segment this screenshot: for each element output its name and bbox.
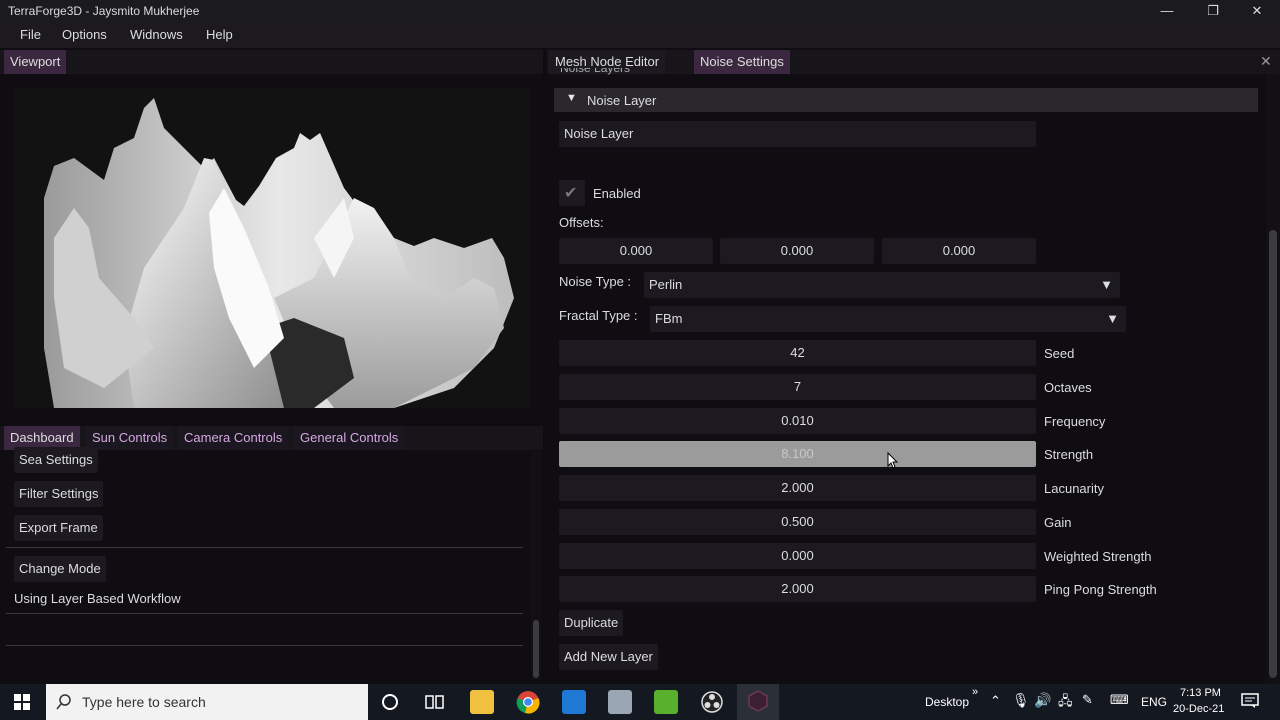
clock-time[interactable]: 7:13 PM <box>1180 687 1221 699</box>
volume-icon[interactable]: 🔊 <box>1034 692 1051 709</box>
cortana-icon[interactable] <box>381 693 399 711</box>
fractal-type-select[interactable]: FBm ▼ <box>650 306 1126 332</box>
offset-y-field[interactable]: 0.000 <box>720 238 874 264</box>
checkmark-icon: ✔ <box>564 185 578 202</box>
strength-slider[interactable]: 8.100 <box>559 441 1036 467</box>
show-hidden-icons-chevron-icon[interactable]: ⌃ <box>990 693 1001 709</box>
chrome-icon[interactable] <box>516 690 540 714</box>
menu-bar: File Options Widnows Help <box>0 22 1280 48</box>
ping-pong-strength-label: Ping Pong Strength <box>1044 582 1157 597</box>
title-bar: TerraForge3D - Jaysmito Mukherjee — ❐ ✕ <box>0 0 1280 22</box>
microphone-icon[interactable]: 🎙 <box>1012 692 1030 709</box>
lacunarity-slider[interactable]: 2.000 <box>559 475 1036 501</box>
dashboard-panel: Dashboard Sun Controls Camera Controls G… <box>0 426 543 684</box>
sea-settings-button[interactable]: Sea Settings <box>14 447 98 473</box>
change-mode-button[interactable]: Change Mode <box>14 556 106 582</box>
menu-windows[interactable]: Widnows <box>130 27 183 42</box>
search-icon <box>56 694 71 710</box>
add-new-layer-button[interactable]: Add New Layer <box>559 644 658 670</box>
noise-type-select[interactable]: Perlin ▼ <box>644 272 1120 298</box>
toolbar-expand-icon[interactable]: » <box>972 686 978 698</box>
collapse-triangle-icon[interactable]: ▼ <box>566 92 577 104</box>
maximize-button[interactable]: ❐ <box>1190 0 1236 22</box>
terrain-render <box>14 88 529 408</box>
dashboard-scrollbar[interactable] <box>531 452 541 680</box>
offset-z-field[interactable]: 0.000 <box>882 238 1036 264</box>
strength-label: Strength <box>1044 447 1094 462</box>
language-indicator[interactable]: ENG <box>1141 695 1167 709</box>
terraforge-taskbar-button[interactable] <box>737 684 779 720</box>
dashboard-scroll-thumb[interactable] <box>533 620 539 678</box>
tab-viewport[interactable]: Viewport <box>4 50 67 74</box>
ping-pong-strength-slider[interactable]: 2.000 <box>559 576 1036 602</box>
noise-layer-header-label: Noise Layer <box>587 93 657 108</box>
fractal-type-value: FBm <box>655 311 683 326</box>
app-icon[interactable] <box>608 690 632 714</box>
network-icon[interactable]: 🖧 <box>1058 692 1073 714</box>
terraforge-icon <box>748 690 768 712</box>
notifications-icon[interactable] <box>1241 693 1259 709</box>
mail-icon[interactable] <box>562 690 586 714</box>
frequency-label: Frequency <box>1044 414 1106 429</box>
noise-layers-header: Noise Layers <box>560 68 631 75</box>
dropdown-arrow-icon: ▼ <box>1100 277 1113 292</box>
filter-settings-button[interactable]: Filter Settings <box>14 481 104 507</box>
obs-icon[interactable] <box>700 690 724 714</box>
weighted-strength-label: Weighted Strength <box>1044 549 1152 564</box>
noise-layer-collapsible-header[interactable]: ▼ Noise Layer <box>554 88 1258 112</box>
gain-label: Gain <box>1044 515 1072 530</box>
menu-file[interactable]: File <box>20 27 41 42</box>
task-view-icon[interactable] <box>425 693 445 711</box>
gain-slider[interactable]: 0.500 <box>559 509 1036 535</box>
layer-name-input[interactable]: Noise Layer <box>559 121 1036 147</box>
close-window-button[interactable]: ✕ <box>1234 0 1280 22</box>
windows-start-icon[interactable] <box>14 694 30 710</box>
noise-type-value: Perlin <box>649 277 683 292</box>
divider <box>6 645 523 646</box>
offset-x-field[interactable]: 0.000 <box>559 238 713 264</box>
taskbar-search-box[interactable]: Type here to search <box>46 684 368 720</box>
desktop-toolbar-label[interactable]: Desktop <box>925 695 969 709</box>
lacunarity-label: Lacunarity <box>1044 481 1104 496</box>
enabled-checkbox[interactable]: ✔ <box>559 180 585 206</box>
octaves-slider[interactable]: 7 <box>559 374 1036 400</box>
offsets-label: Offsets: <box>559 215 604 230</box>
tab-sun-controls[interactable]: Sun Controls <box>86 426 174 450</box>
noise-type-label: Noise Type : <box>559 274 632 289</box>
file-explorer-icon[interactable] <box>470 690 494 714</box>
search-placeholder: Type here to search <box>82 694 206 710</box>
terrain-viewport[interactable] <box>14 88 529 408</box>
seed-slider[interactable]: 42 <box>559 340 1036 366</box>
weighted-strength-slider[interactable]: 0.000 <box>559 543 1036 569</box>
mouse-cursor-icon <box>887 452 899 469</box>
menu-help[interactable]: Help <box>206 27 233 42</box>
pen-icon[interactable]: ✎ <box>1082 692 1093 708</box>
minimize-button[interactable]: — <box>1144 0 1190 22</box>
close-panel-icon[interactable]: ✕ <box>1260 53 1272 70</box>
noise-settings-panel: Mesh Node Editor Noise Settings ✕ Noise … <box>547 48 1280 684</box>
fractal-type-label: Fractal Type : <box>559 308 638 323</box>
enabled-label: Enabled <box>593 186 641 201</box>
tab-general-controls[interactable]: General Controls <box>294 426 405 450</box>
workflow-status-text: Using Layer Based Workflow <box>14 591 181 606</box>
frequency-slider[interactable]: 0.010 <box>559 408 1036 434</box>
export-frame-button[interactable]: Export Frame <box>14 515 103 541</box>
clock-date[interactable]: 20-Dec-21 <box>1173 703 1224 715</box>
noise-tab-bar: Mesh Node Editor Noise Settings ✕ <box>547 50 1280 74</box>
divider <box>6 613 523 614</box>
window-title: TerraForge3D - Jaysmito Mukherjee <box>8 4 200 18</box>
seed-label: Seed <box>1044 346 1075 361</box>
octaves-label: Octaves <box>1044 380 1092 395</box>
viewport-tab-bar: Viewport <box>0 50 543 74</box>
dropdown-arrow-icon: ▼ <box>1106 311 1119 326</box>
keyboard-icon[interactable]: ⌨ <box>1110 692 1129 708</box>
android-studio-icon[interactable] <box>654 690 678 714</box>
menu-options[interactable]: Options <box>62 27 107 42</box>
duplicate-button[interactable]: Duplicate <box>559 610 624 636</box>
divider <box>6 547 523 548</box>
tab-camera-controls[interactable]: Camera Controls <box>178 426 289 450</box>
noise-scrollbar[interactable] <box>1266 74 1280 684</box>
tab-noise-settings[interactable]: Noise Settings <box>694 50 790 74</box>
noise-scroll-thumb[interactable] <box>1269 230 1277 678</box>
